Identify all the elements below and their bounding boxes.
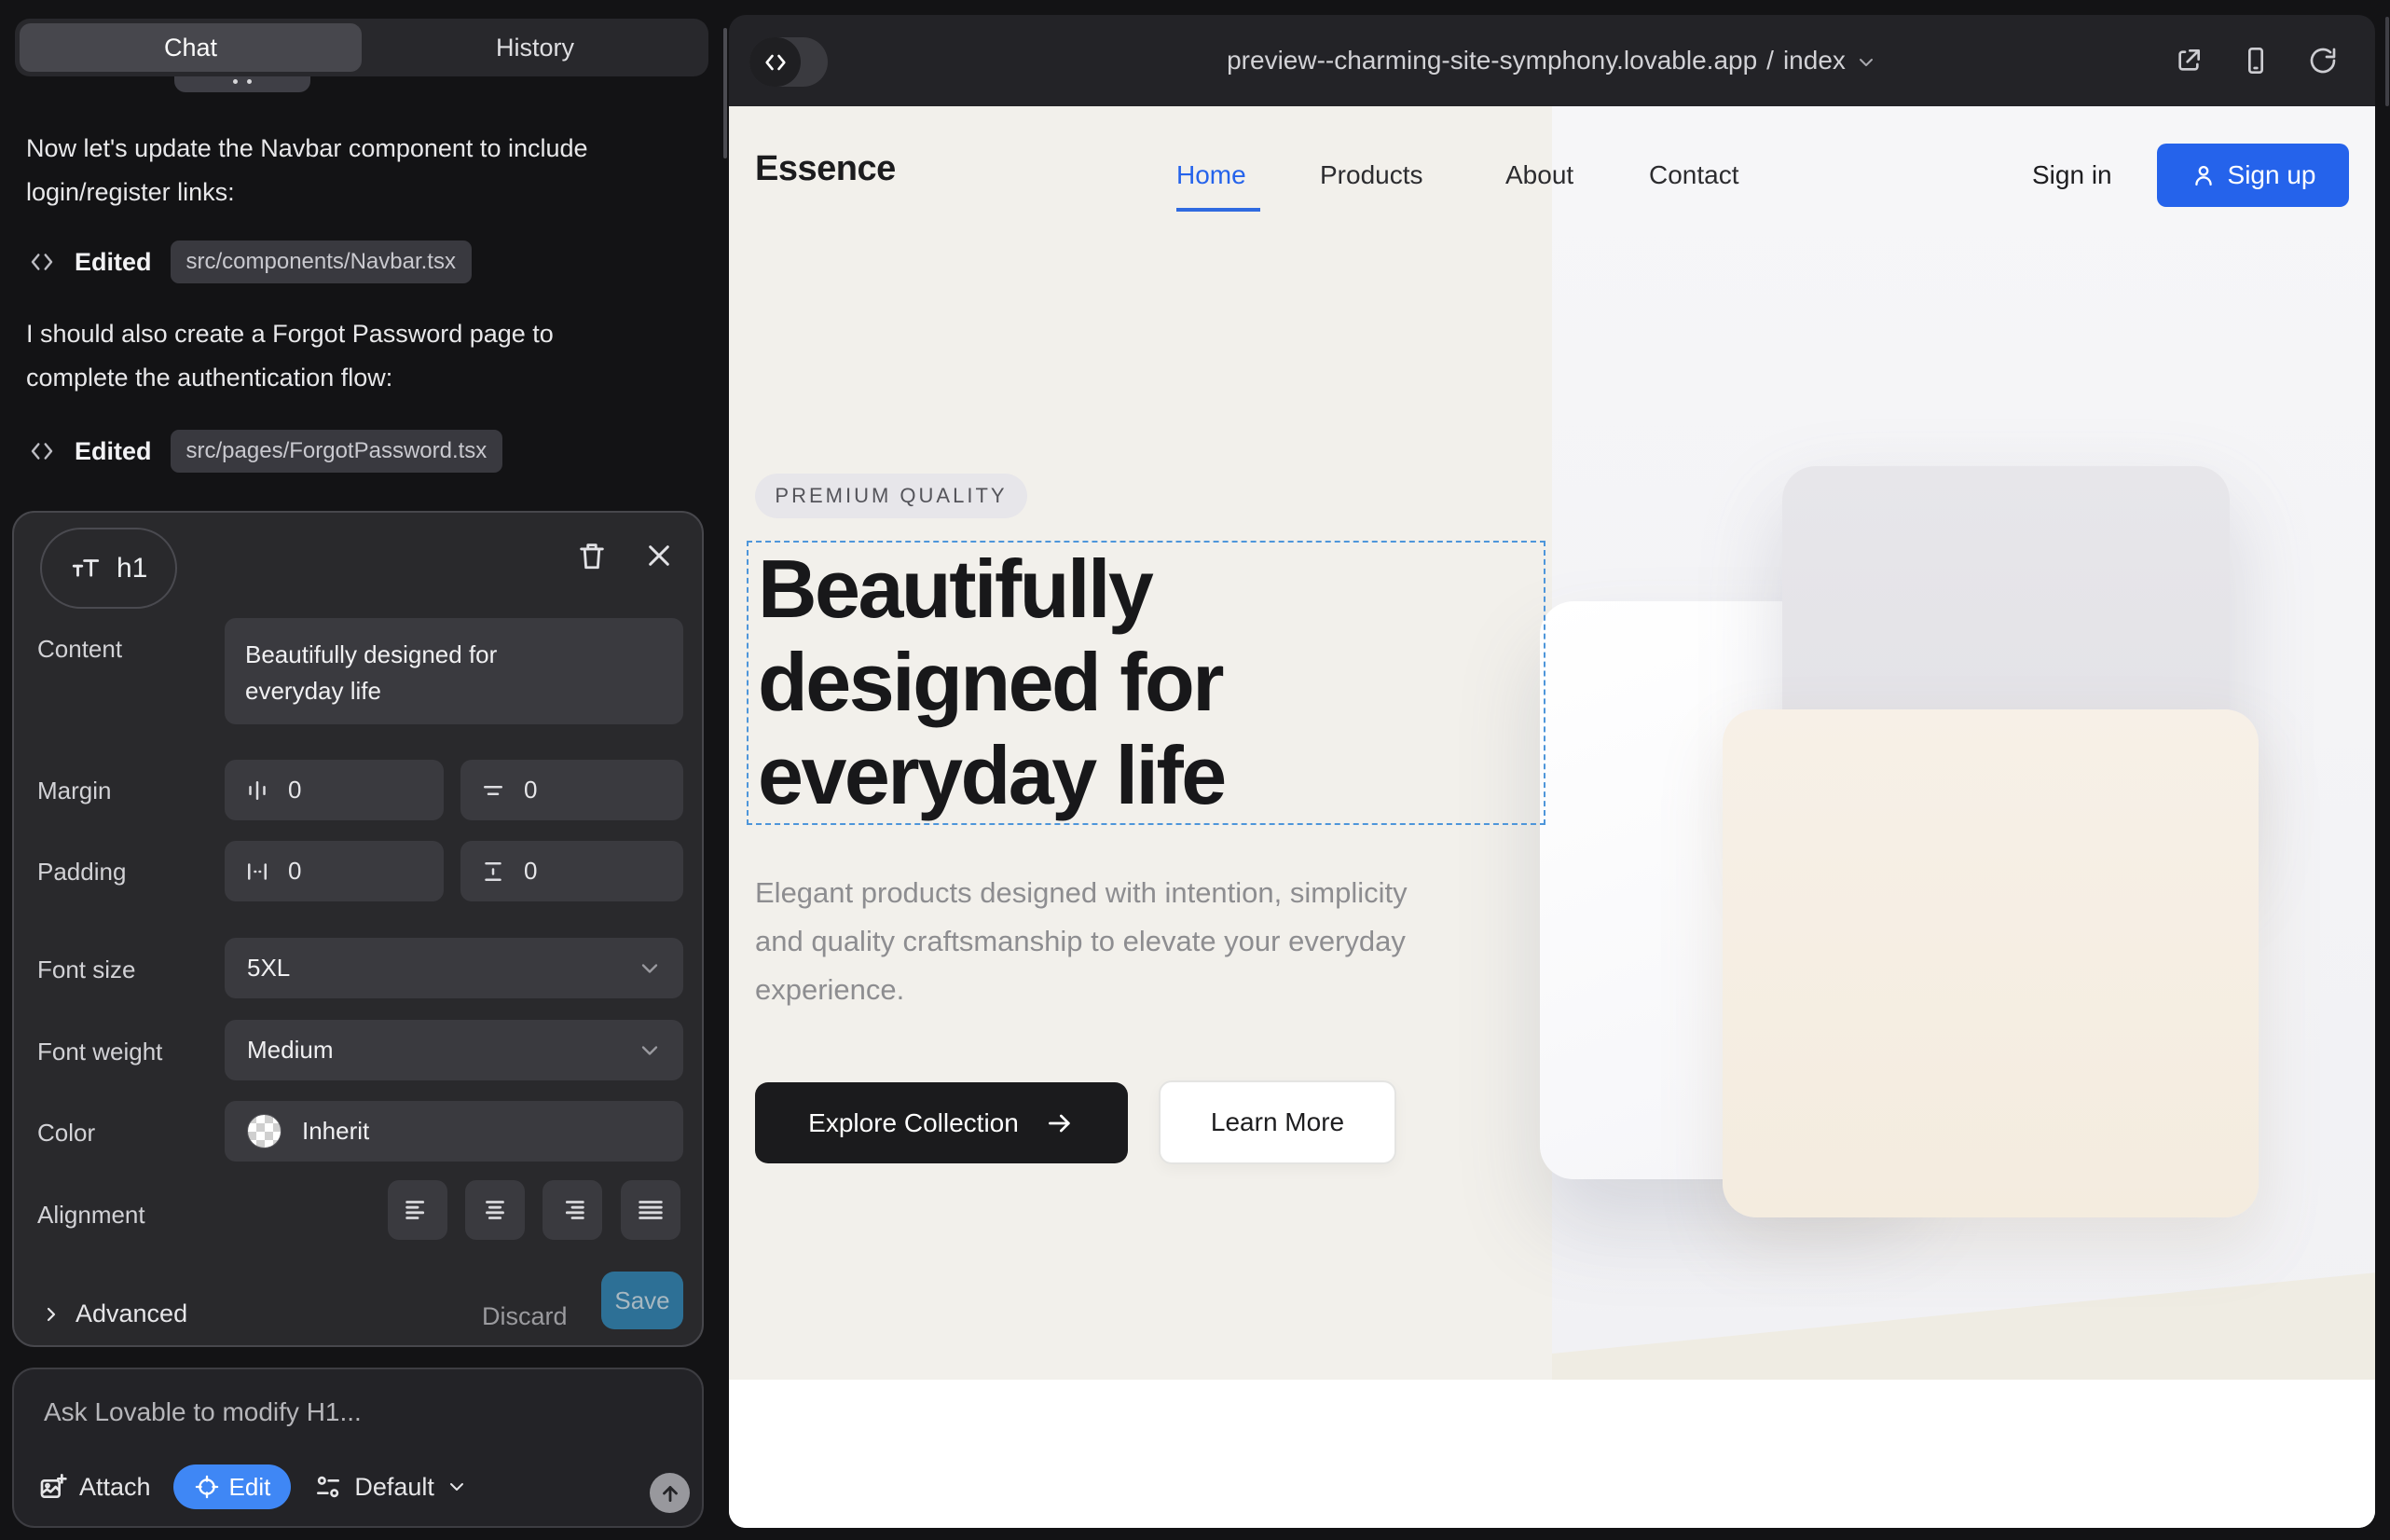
site-viewport: Essence Home Products About Contact Sign… — [729, 106, 2375, 1528]
attach-button[interactable]: Attach — [38, 1472, 151, 1502]
preview-toolbar: preview--charming-site-symphony.lovable.… — [729, 15, 2375, 106]
color-swatch — [247, 1114, 282, 1148]
edited-label: Edited — [75, 248, 152, 277]
sliders-icon — [313, 1472, 343, 1502]
mode-select[interactable]: Default — [313, 1472, 468, 1502]
tab-history[interactable]: History — [362, 19, 708, 76]
chevron-down-icon — [1855, 51, 1877, 74]
margin-y-input[interactable]: 0 — [460, 760, 683, 820]
advanced-toggle[interactable]: Advanced — [40, 1299, 187, 1328]
font-weight-label: Font weight — [37, 1038, 162, 1066]
explore-collection-button[interactable]: Explore Collection — [755, 1082, 1128, 1163]
url-bar[interactable]: preview--charming-site-symphony.lovable.… — [729, 15, 2375, 106]
window-scrollbar[interactable] — [2385, 17, 2389, 106]
padding-horizontal-icon — [243, 858, 271, 886]
user-icon — [2191, 162, 2217, 188]
color-select[interactable]: Inherit — [225, 1101, 683, 1162]
tab-chat[interactable]: Chat — [20, 23, 362, 72]
edit-mode-button[interactable]: Edit — [173, 1464, 292, 1509]
code-icon — [28, 437, 56, 465]
content-label: Content — [37, 635, 122, 664]
prompt-box: Ask Lovable to modify H1... Attach Edit — [12, 1368, 704, 1528]
chevron-right-icon — [40, 1303, 62, 1326]
decorative-card-cream — [1723, 709, 2259, 1217]
padding-vertical-icon — [479, 858, 507, 886]
align-left-button[interactable] — [388, 1180, 447, 1240]
attach-image-icon — [38, 1472, 68, 1502]
font-size-label: Font size — [37, 956, 136, 984]
refresh-icon[interactable] — [2308, 46, 2338, 76]
nav-link-products[interactable]: Products — [1320, 160, 1423, 190]
align-center-button[interactable] — [465, 1180, 525, 1240]
open-external-icon[interactable] — [2174, 46, 2204, 76]
prompt-toolbar: Attach Edit Default — [38, 1464, 468, 1509]
hero-section: Essence Home Products About Contact Sign… — [729, 106, 2375, 1380]
file-path-chip[interactable]: src/components/Navbar.tsx — [171, 241, 472, 283]
padding-label: Padding — [37, 858, 126, 887]
mobile-view-icon[interactable] — [2241, 46, 2271, 76]
nav-link-home[interactable]: Home — [1176, 160, 1246, 190]
sign-in-link[interactable]: Sign in — [2032, 160, 2112, 190]
margin-vertical-icon — [479, 777, 507, 804]
quality-badge: PREMIUM QUALITY — [755, 474, 1027, 518]
code-icon — [749, 37, 801, 87]
font-weight-select[interactable]: Medium — [225, 1020, 683, 1080]
align-justify-button[interactable] — [621, 1180, 680, 1240]
padding-y-input[interactable]: 0 — [460, 841, 683, 901]
learn-more-button[interactable]: Learn More — [1159, 1080, 1396, 1164]
file-path-chip[interactable]: src/pages/ForgotPassword.tsx — [171, 430, 503, 473]
next-section — [729, 1380, 2375, 1528]
dot-icon — [247, 79, 252, 84]
color-label: Color — [37, 1119, 95, 1148]
chevron-down-icon — [637, 1038, 663, 1064]
sign-up-button[interactable]: Sign up — [2157, 144, 2349, 207]
chevron-down-icon — [637, 956, 663, 982]
chat-message: I should also create a Forgot Password p… — [26, 312, 604, 400]
url-separator: / — [1766, 46, 1774, 76]
edited-label: Edited — [75, 437, 152, 466]
toolbar-actions — [2174, 15, 2338, 106]
margin-label: Margin — [37, 777, 111, 805]
alignment-label: Alignment — [37, 1201, 145, 1230]
chat-message: Now let's update the Navbar component to… — [26, 127, 604, 214]
element-editor-panel: h1 Content Beautifully designed for ever… — [12, 511, 704, 1347]
margin-horizontal-icon — [243, 777, 271, 804]
margin-x-input[interactable]: 0 — [225, 760, 444, 820]
chevron-down-icon — [446, 1476, 468, 1498]
align-right-button[interactable] — [543, 1180, 602, 1240]
arrow-right-icon — [1045, 1108, 1075, 1138]
element-tag-badge[interactable]: h1 — [40, 528, 177, 609]
close-panel-button[interactable] — [640, 537, 678, 574]
content-input[interactable]: Beautifully designed for everyday life — [225, 618, 683, 724]
padding-x-input[interactable]: 0 — [225, 841, 444, 901]
preview-page: index — [1783, 46, 1846, 76]
nav-link-about[interactable]: About — [1505, 160, 1573, 190]
lovable-app: Chat History Now let's update the Navbar… — [0, 0, 2390, 1540]
hero-subtext: Elegant products designed with intention… — [755, 869, 1408, 1014]
edited-file-row: Edited src/pages/ForgotPassword.tsx — [28, 430, 502, 473]
nav-active-underline — [1176, 208, 1260, 212]
element-tag-label: h1 — [117, 553, 147, 584]
code-icon — [28, 248, 56, 276]
code-preview-toggle[interactable] — [749, 37, 828, 87]
scrolled-pill — [174, 76, 310, 92]
font-size-select[interactable]: 5XL — [225, 938, 683, 998]
chat-history-tabbar: Chat History — [15, 19, 708, 76]
preview-window: preview--charming-site-symphony.lovable.… — [729, 15, 2375, 1528]
edited-file-row: Edited src/components/Navbar.tsx — [28, 241, 472, 283]
h1-selection-outline[interactable]: Beautifully designed for everyday life — [747, 541, 1545, 825]
site-logo[interactable]: Essence — [755, 149, 896, 189]
delete-element-button[interactable] — [573, 537, 611, 574]
preview-url: preview--charming-site-symphony.lovable.… — [1227, 46, 1757, 76]
nav-link-contact[interactable]: Contact — [1649, 160, 1739, 190]
save-button[interactable]: Save — [601, 1272, 683, 1329]
chat-scrollbar[interactable] — [723, 28, 727, 158]
target-icon — [194, 1474, 220, 1500]
dot-icon — [233, 79, 238, 84]
send-button[interactable] — [650, 1473, 690, 1513]
prompt-input[interactable]: Ask Lovable to modify H1... — [44, 1397, 362, 1427]
type-icon — [70, 553, 102, 584]
hero-headline[interactable]: Beautifully designed for everyday life — [758, 543, 1448, 822]
discard-button[interactable]: Discard — [482, 1302, 568, 1331]
